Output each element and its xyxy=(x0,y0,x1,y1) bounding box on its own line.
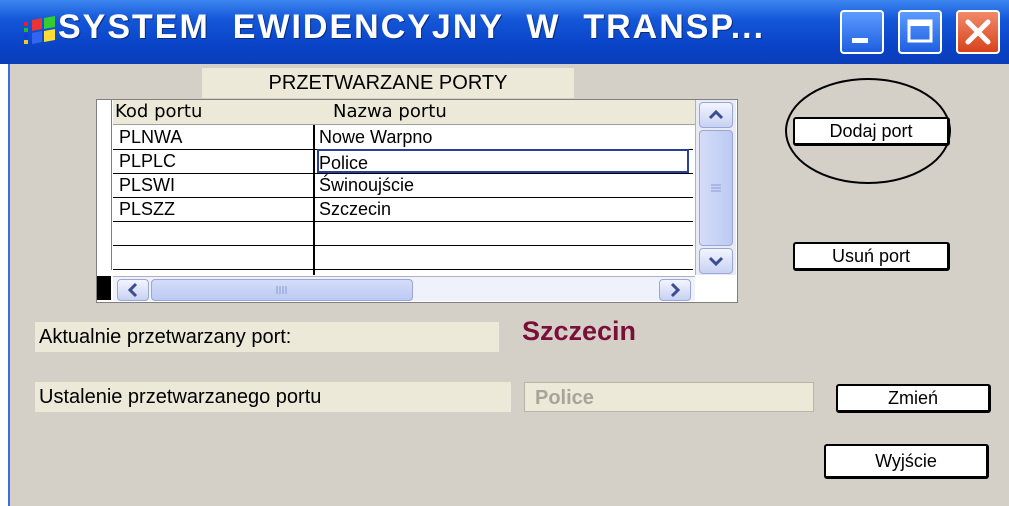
maximize-button[interactable] xyxy=(898,10,942,54)
maximize-icon xyxy=(907,19,933,43)
cell-code[interactable]: PLPLC xyxy=(119,149,309,173)
scroll-down-button[interactable] xyxy=(699,248,733,274)
cell-name-editing[interactable]: Police xyxy=(317,149,689,173)
scroll-left-button[interactable] xyxy=(117,279,149,301)
column-header-name[interactable]: Nazwa portu xyxy=(315,100,707,125)
column-separator xyxy=(313,125,315,275)
ports-grid[interactable]: Kod portu Nazwa portu PLNWA Nowe Warpno … xyxy=(96,99,738,303)
table-row[interactable] xyxy=(113,221,693,246)
add-port-button[interactable]: Dodaj port xyxy=(793,117,950,146)
set-port-label: Ustalenie przetwarzanego portu xyxy=(35,382,511,412)
cell-code[interactable] xyxy=(119,245,309,269)
close-button[interactable] xyxy=(956,10,1000,54)
title-bar[interactable]: SYSTEM EWIDENCYJNY W TRANSP... xyxy=(0,0,1009,64)
cell-code[interactable]: PLSZZ xyxy=(119,197,309,221)
remove-port-button[interactable]: Usuń port xyxy=(793,242,950,271)
cell-name[interactable] xyxy=(319,221,689,245)
scroll-right-button[interactable] xyxy=(659,279,691,301)
exit-button[interactable]: Wyjście xyxy=(824,444,989,479)
cell-name[interactable]: Szczecin xyxy=(319,197,689,221)
client-area: PRZETWARZANE PORTY Kod portu Nazwa portu… xyxy=(8,64,1009,506)
cell-name[interactable]: Świnoujście xyxy=(319,173,689,197)
current-port-value: Szczecin xyxy=(522,316,637,346)
scrollbar-corner xyxy=(695,276,735,302)
table-row[interactable]: PLPLC Police xyxy=(113,149,693,174)
table-row[interactable]: PLSWI Świnoujście xyxy=(113,173,693,198)
scroll-up-button[interactable] xyxy=(699,102,733,128)
row-selector-column[interactable] xyxy=(97,100,112,270)
table-row[interactable]: PLNWA Nowe Warpno xyxy=(113,125,693,150)
cell-code[interactable]: PLNWA xyxy=(119,125,309,149)
minimize-button[interactable] xyxy=(840,10,884,54)
grip-icon xyxy=(711,184,721,192)
cell-code[interactable] xyxy=(119,221,309,245)
vertical-scrollbar[interactable] xyxy=(695,100,736,275)
change-button[interactable]: Zmień xyxy=(836,384,991,413)
window-title: SYSTEM EWIDENCYJNY W TRANSP... xyxy=(58,8,766,46)
vertical-scroll-thumb[interactable] xyxy=(699,130,733,246)
close-icon xyxy=(965,19,991,45)
table-row[interactable] xyxy=(113,245,693,270)
cell-name[interactable]: Nowe Warpno xyxy=(319,125,689,149)
current-port-label: Aktualnie przetwarzany port: xyxy=(35,322,499,352)
ports-header-label: PRZETWARZANE PORTY xyxy=(202,68,574,98)
horizontal-scrollbar[interactable] xyxy=(113,276,695,301)
cell-code[interactable]: PLSWI xyxy=(119,173,309,197)
grid-corner-marker xyxy=(97,276,111,300)
horizontal-scroll-thumb[interactable] xyxy=(151,279,413,301)
app-flag-icon xyxy=(24,16,55,44)
chevron-up-icon xyxy=(708,109,724,120)
column-header-code[interactable]: Kod portu xyxy=(113,100,315,125)
grip-icon xyxy=(276,286,287,294)
minimize-icon xyxy=(852,38,868,43)
cell-name[interactable] xyxy=(319,245,689,269)
chevron-right-icon xyxy=(670,282,681,298)
table-row[interactable]: PLSZZ Szczecin xyxy=(113,197,693,222)
chevron-down-icon xyxy=(708,256,724,267)
chevron-left-icon xyxy=(127,282,138,298)
port-input[interactable]: Police xyxy=(524,382,814,412)
main-window: SYSTEM EWIDENCYJNY W TRANSP... PRZETWARZ… xyxy=(0,0,1009,506)
